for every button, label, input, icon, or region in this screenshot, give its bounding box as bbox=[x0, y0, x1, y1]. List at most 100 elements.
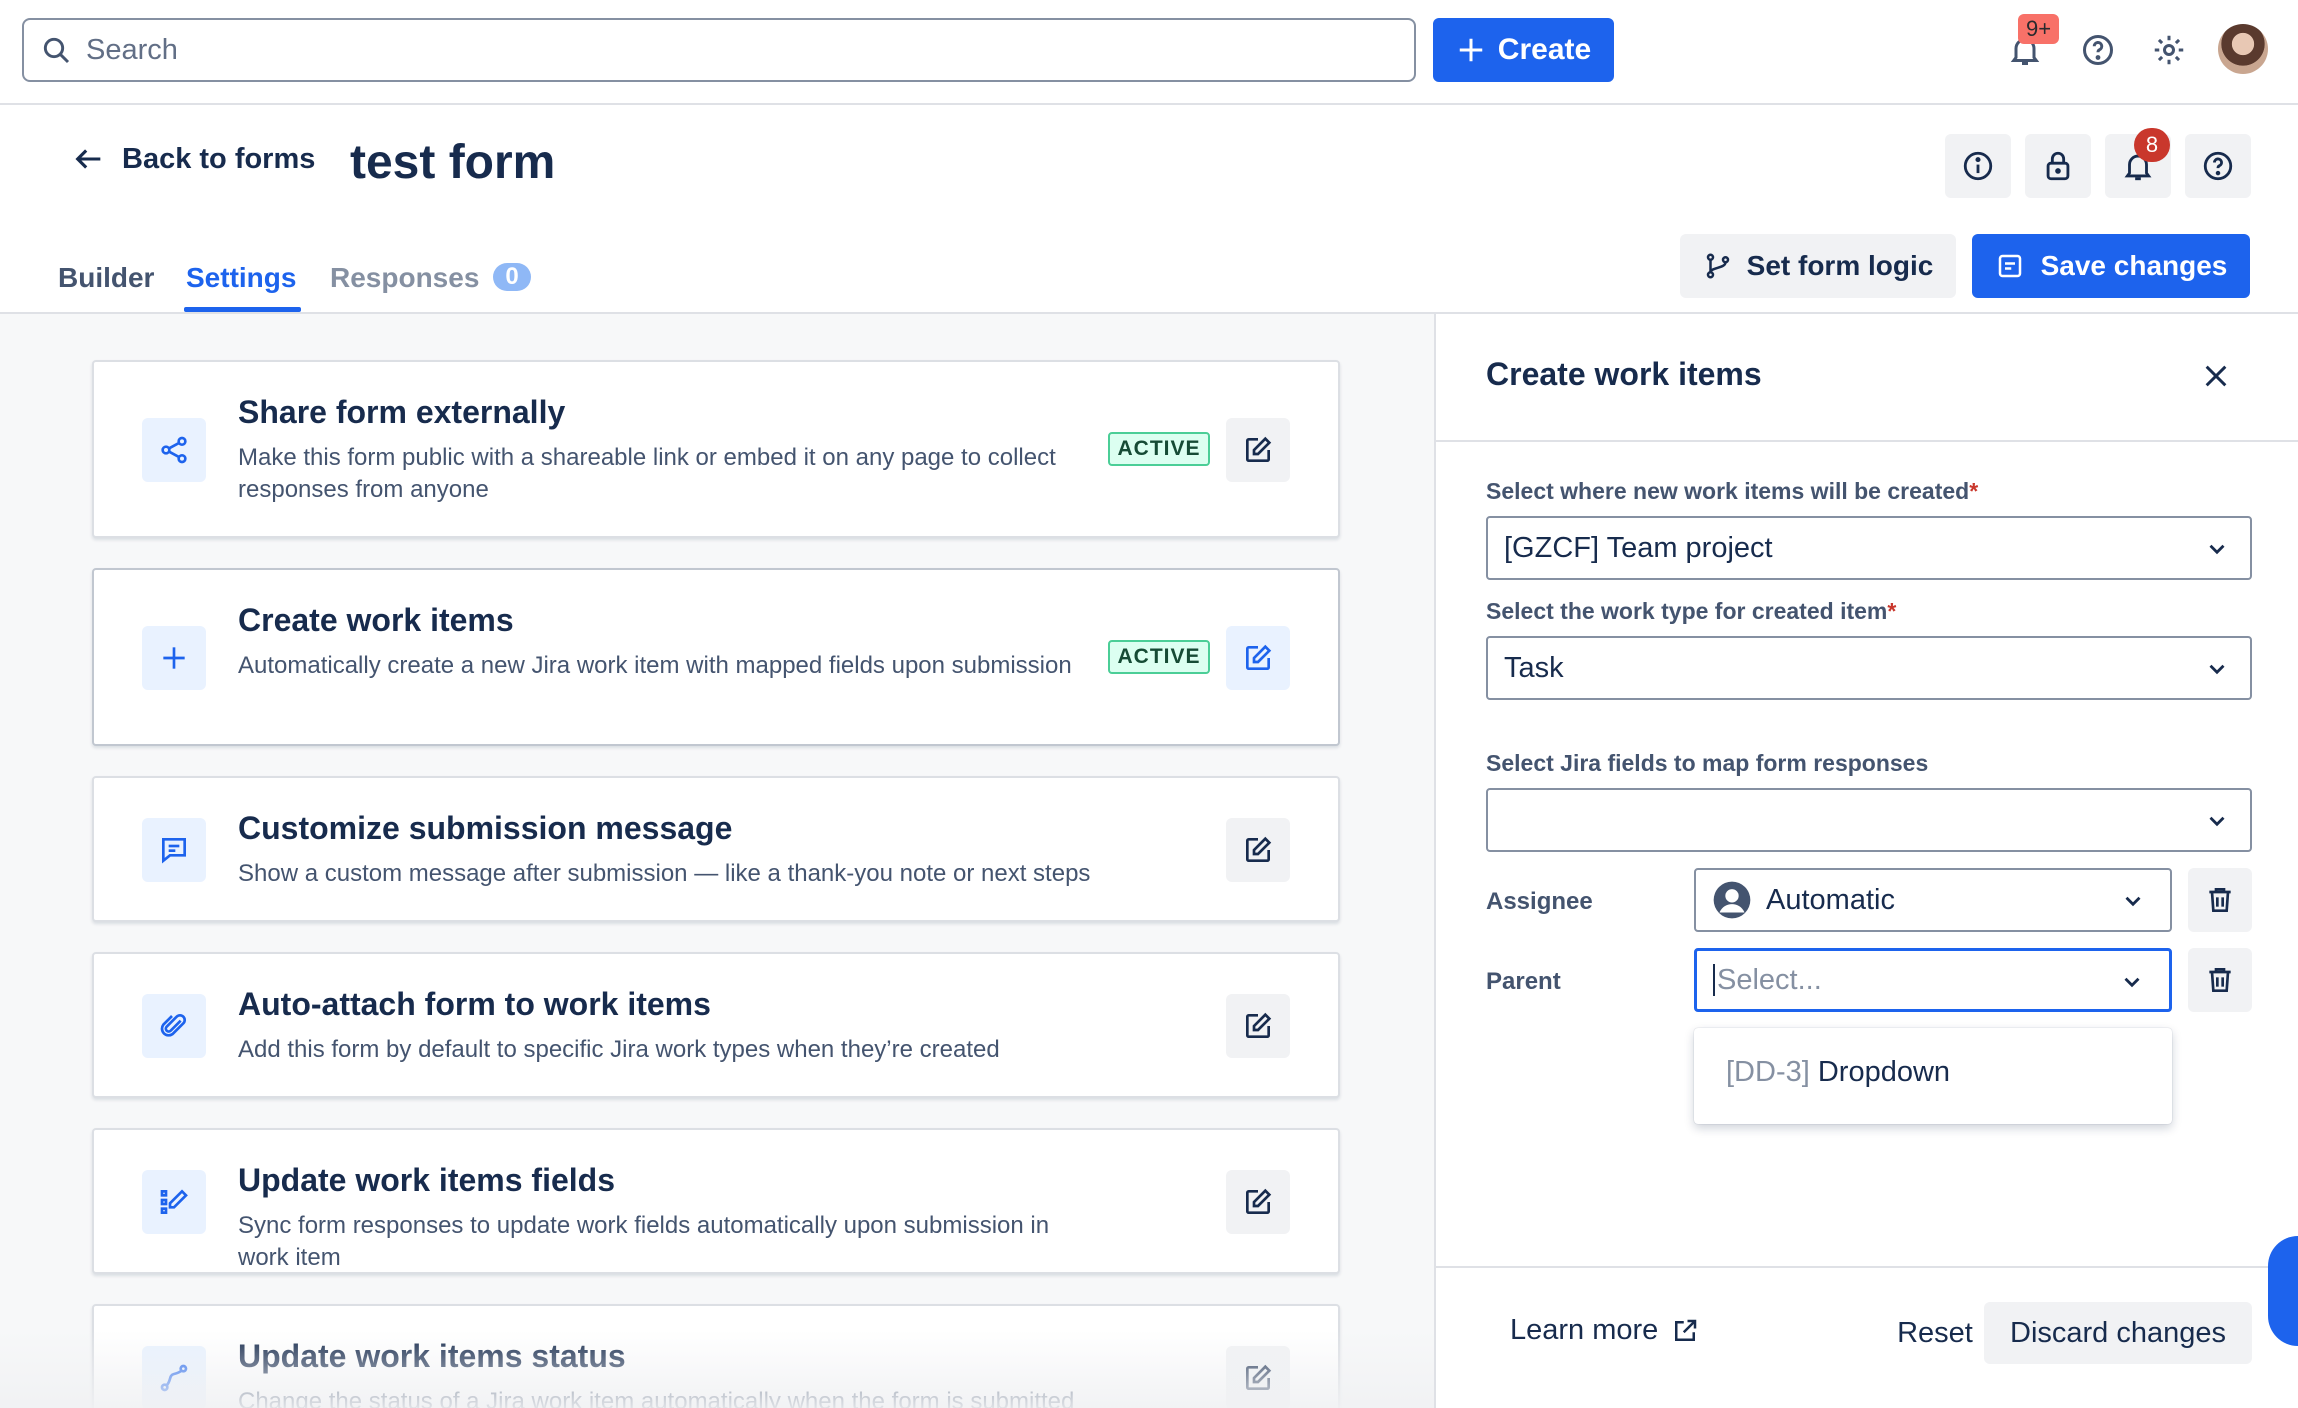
card-description: Change the status of a Jira work item au… bbox=[238, 1388, 1075, 1408]
chevron-down-icon bbox=[2124, 977, 2140, 988]
discard-changes-button[interactable]: Discard changes bbox=[1984, 1302, 2252, 1364]
close-panel-button[interactable] bbox=[2196, 356, 2236, 396]
arrow-left-icon bbox=[75, 149, 101, 169]
edit-button[interactable] bbox=[1226, 626, 1290, 690]
edit-icon bbox=[1246, 436, 1272, 462]
workflow-icon bbox=[160, 1364, 188, 1392]
user-avatar[interactable] bbox=[2218, 24, 2268, 74]
edit-icon bbox=[1246, 644, 1272, 670]
card-title: Update work items fields bbox=[238, 1162, 615, 1198]
info-button[interactable] bbox=[1945, 134, 2011, 198]
edit-icon bbox=[1246, 1188, 1272, 1214]
work-type-label: Select the work type for created item* bbox=[1486, 598, 1896, 625]
share-icon bbox=[161, 436, 187, 464]
setting-card-create-work-items[interactable]: Create work items Automatically create a… bbox=[92, 568, 1340, 746]
lock-button[interactable] bbox=[2025, 134, 2091, 198]
notifications-badge: 9+ bbox=[2018, 14, 2060, 44]
parent-dropdown-menu: [DD-3] Dropdown bbox=[1694, 1028, 2172, 1124]
jira-fields-select[interactable] bbox=[1486, 788, 2252, 852]
create-button[interactable]: Create bbox=[1433, 18, 1614, 82]
option-label: Dropdown bbox=[1817, 1056, 1951, 1088]
trash-icon bbox=[2209, 968, 2231, 992]
footer-divider bbox=[1436, 1266, 2298, 1268]
setting-card-auto-attach[interactable]: Auto-attach form to work items Add this … bbox=[92, 952, 1340, 1098]
paperclip-icon bbox=[160, 1013, 187, 1037]
save-changes-button[interactable]: Save changes bbox=[1972, 234, 2250, 298]
parent-select[interactable]: Select... bbox=[1694, 948, 2172, 1012]
lock-icon bbox=[2046, 151, 2070, 181]
tab-responses[interactable]: Responses 0 bbox=[330, 262, 531, 294]
learn-more-label: Learn more bbox=[1510, 1314, 1659, 1346]
alerts-badge: 8 bbox=[2134, 128, 2170, 162]
message-icon-tile bbox=[142, 818, 206, 882]
card-title: Share form externally bbox=[238, 394, 566, 430]
chevron-down-icon bbox=[2209, 664, 2225, 675]
setting-card-update-status[interactable]: Update work items status Change the stat… bbox=[92, 1304, 1340, 1408]
location-label: Select where new work items will be crea… bbox=[1486, 478, 1978, 505]
search-icon bbox=[43, 37, 70, 64]
location-label-text: Select where new work items will be crea… bbox=[1486, 478, 1970, 504]
reset-button[interactable]: Reset bbox=[1870, 1302, 2000, 1364]
edit-button[interactable] bbox=[1226, 418, 1290, 482]
help-button[interactable] bbox=[2073, 24, 2123, 76]
settings-list: Share form externally Make this form pub… bbox=[0, 314, 1434, 1408]
search-input[interactable] bbox=[86, 33, 1386, 67]
setting-card-update-fields[interactable]: Update work items fields Sync form respo… bbox=[92, 1128, 1340, 1274]
location-select-value: [GZCF] Team project bbox=[1504, 531, 1773, 564]
work-type-select-value: Task bbox=[1504, 651, 1564, 684]
assignee-label: Assignee bbox=[1486, 888, 1593, 915]
search-box[interactable] bbox=[22, 18, 1416, 82]
option-key: [DD-3] bbox=[1726, 1056, 1810, 1088]
text-cursor bbox=[1713, 964, 1715, 996]
setting-card-share-externally[interactable]: Share form externally Make this form pub… bbox=[92, 360, 1340, 538]
card-description: Show a custom message after submission —… bbox=[238, 860, 1091, 887]
edit-button[interactable] bbox=[1226, 1346, 1290, 1408]
card-title: Update work items status bbox=[238, 1338, 626, 1374]
gear-icon bbox=[2154, 35, 2184, 65]
assignee-select[interactable]: Automatic bbox=[1694, 868, 2172, 932]
edit-button[interactable] bbox=[1226, 994, 1290, 1058]
edit-button[interactable] bbox=[1226, 1170, 1290, 1234]
fields-icon-tile bbox=[142, 1170, 206, 1234]
back-to-forms-link[interactable]: Back to forms bbox=[72, 142, 315, 176]
plus-icon-tile bbox=[142, 626, 206, 690]
tab-settings[interactable]: Settings bbox=[183, 262, 302, 312]
remove-parent-button[interactable] bbox=[2188, 948, 2252, 1012]
status-icon-tile bbox=[142, 1346, 206, 1408]
status-badge: ACTIVE bbox=[1108, 432, 1210, 466]
create-button-label: Create bbox=[1497, 33, 1592, 66]
parent-select-placeholder: Select... bbox=[1717, 963, 1822, 996]
setting-card-submission-message[interactable]: Customize submission message Show a cust… bbox=[92, 776, 1340, 922]
form-help-button[interactable] bbox=[2185, 134, 2251, 198]
parent-label: Parent bbox=[1486, 968, 1561, 995]
dropdown-option[interactable]: [DD-3] Dropdown bbox=[1726, 1056, 1950, 1089]
card-description: Make this form public with a shareable l… bbox=[238, 444, 1056, 503]
save-icon bbox=[1998, 254, 2021, 278]
close-icon bbox=[2205, 365, 2227, 387]
create-work-items-panel: Create work items Select where new work … bbox=[1434, 314, 2298, 1408]
edit-button[interactable] bbox=[1226, 818, 1290, 882]
learn-more-link[interactable]: Learn more bbox=[1510, 1314, 1700, 1347]
card-title: Auto-attach form to work items bbox=[238, 986, 711, 1022]
tab-builder[interactable]: Builder bbox=[58, 262, 154, 294]
chevron-down-icon bbox=[2209, 544, 2225, 555]
card-title: Customize submission message bbox=[238, 810, 733, 846]
external-link-icon bbox=[1675, 1319, 1697, 1341]
settings-button[interactable] bbox=[2144, 24, 2194, 76]
remove-assignee-button[interactable] bbox=[2188, 868, 2252, 932]
floating-action-button[interactable] bbox=[2268, 1236, 2298, 1346]
set-form-logic-button[interactable]: Set form logic bbox=[1680, 234, 1956, 298]
work-type-label-text: Select the work type for created item bbox=[1486, 598, 1888, 624]
user-icon bbox=[1713, 881, 1751, 919]
location-select[interactable]: [GZCF] Team project bbox=[1486, 516, 2252, 580]
required-mark: * bbox=[1969, 478, 1979, 504]
page-title: test form bbox=[350, 136, 556, 189]
card-description: Sync form responses to update work field… bbox=[238, 1212, 1050, 1271]
work-type-select[interactable]: Task bbox=[1486, 636, 2252, 700]
field-edit-icon bbox=[160, 1189, 188, 1214]
tab-responses-label: Responses bbox=[330, 262, 480, 293]
required-mark: * bbox=[1887, 598, 1897, 624]
trash-icon bbox=[2209, 888, 2231, 912]
panel-divider bbox=[1436, 440, 2298, 442]
edit-icon bbox=[1246, 1364, 1272, 1390]
